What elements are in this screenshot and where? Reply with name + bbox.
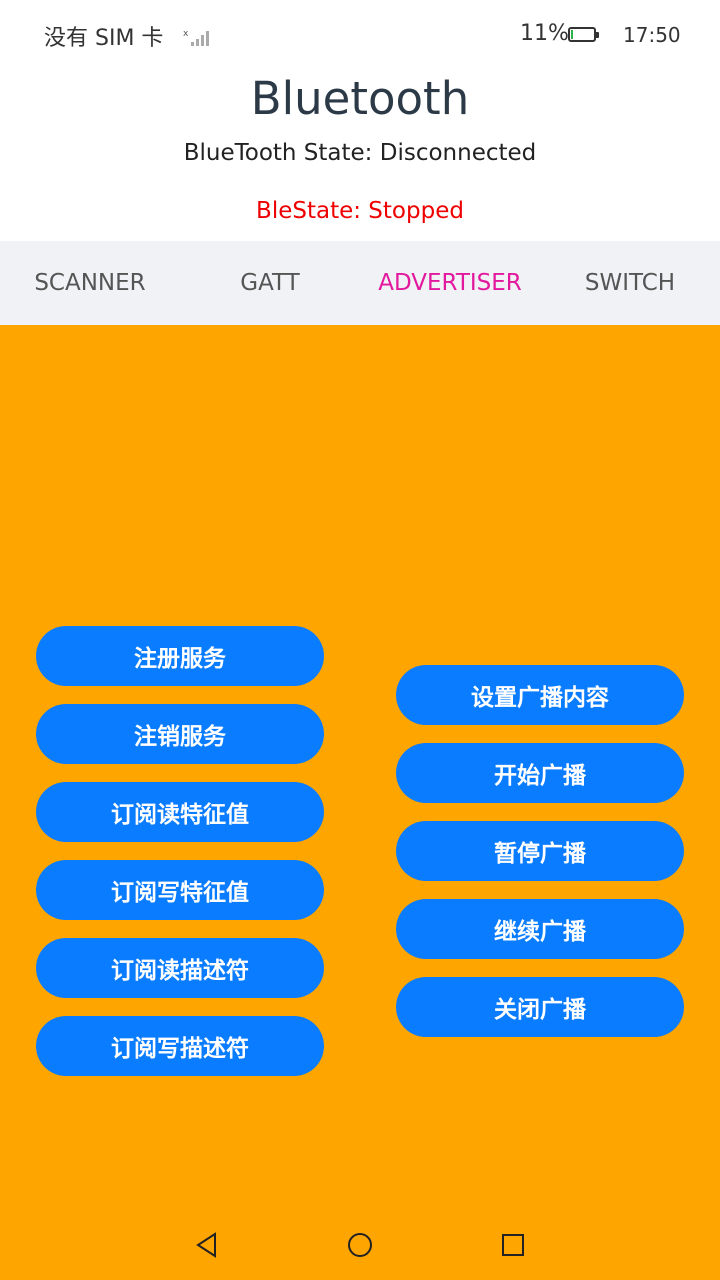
page-title: Bluetooth xyxy=(250,72,470,125)
subscribe-read-descriptor-button[interactable]: 订阅读描述符 xyxy=(36,938,324,998)
register-service-button[interactable]: 注册服务 xyxy=(36,626,324,686)
tab-advertiser[interactable]: ADVERTISER xyxy=(360,241,540,325)
home-circle-icon[interactable] xyxy=(346,1231,374,1259)
status-bar: 没有 SIM 卡 x 11% 17:50 xyxy=(0,0,720,70)
clock: 17:50 xyxy=(623,23,681,47)
subscribe-write-characteristic-button[interactable]: 订阅写特征值 xyxy=(36,860,324,920)
battery-level-fill xyxy=(571,30,573,39)
set-advertising-data-button[interactable]: 设置广播内容 xyxy=(396,665,684,725)
unregister-service-button[interactable]: 注销服务 xyxy=(36,704,324,764)
stop-advertising-button[interactable]: 关闭广播 xyxy=(396,977,684,1037)
svg-text:x: x xyxy=(183,29,189,39)
carrier-label: 没有 SIM 卡 xyxy=(44,26,164,51)
subscribe-write-descriptor-button[interactable]: 订阅写描述符 xyxy=(36,1016,324,1076)
back-triangle-icon[interactable] xyxy=(193,1231,221,1259)
start-advertising-button[interactable]: 开始广播 xyxy=(396,743,684,803)
bluetooth-state-text: BlueTooth State: Disconnected xyxy=(183,140,537,166)
advertiser-panel: 注册服务 注销服务 订阅读特征值 订阅写特征值 订阅读描述符 订阅写描述符 设置… xyxy=(0,325,720,1225)
tab-switch[interactable]: SWITCH xyxy=(540,241,720,325)
signal-icon: x xyxy=(183,29,209,46)
battery-icon xyxy=(568,27,599,42)
recents-square-icon[interactable] xyxy=(499,1231,527,1259)
pause-advertising-button[interactable]: 暂停广播 xyxy=(396,821,684,881)
header-area: 没有 SIM 卡 x 11% 17:50 Bluetooth BlueTooth… xyxy=(0,0,720,241)
navigation-bar xyxy=(0,1212,720,1280)
tab-gatt[interactable]: GATT xyxy=(180,241,360,325)
resume-advertising-button[interactable]: 继续广播 xyxy=(396,899,684,959)
subscribe-read-characteristic-button[interactable]: 订阅读特征值 xyxy=(36,782,324,842)
tab-scanner[interactable]: SCANNER xyxy=(0,241,180,325)
battery-percent: 11% xyxy=(520,21,569,46)
tab-bar: SCANNER GATT ADVERTISER SWITCH xyxy=(0,241,720,325)
ble-state-text: BleState: Stopped xyxy=(256,198,464,224)
